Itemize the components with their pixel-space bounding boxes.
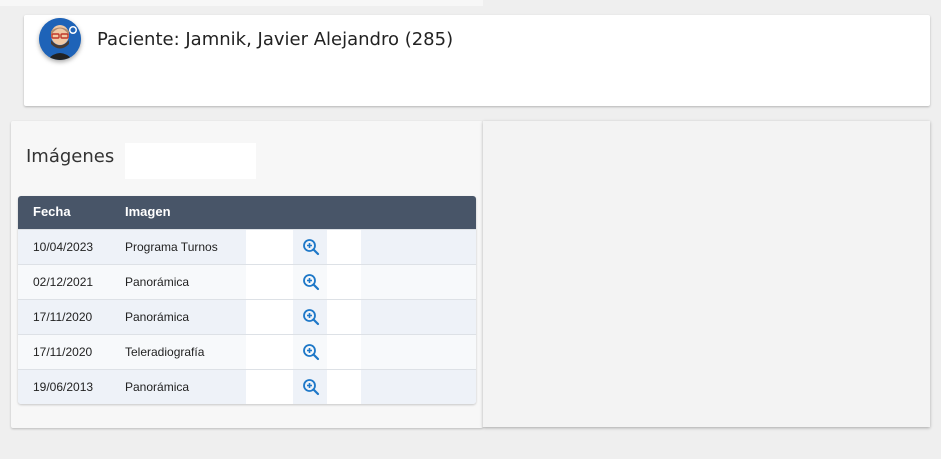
row-blank-cell — [246, 230, 293, 264]
row-blank-cell — [327, 370, 361, 404]
row-blank-cell — [246, 370, 293, 404]
row-image-name: Panorámica — [125, 310, 190, 324]
cartoon-avatar-icon — [39, 18, 81, 60]
row-date: 19/06/2013 — [33, 380, 94, 394]
zoom-in-icon[interactable] — [302, 308, 320, 326]
row-blank-cell — [246, 335, 293, 369]
zoom-in-icon[interactable] — [302, 238, 320, 256]
zoom-in-icon[interactable] — [302, 378, 320, 396]
table-row[interactable]: 17/11/2020 Panorámica — [18, 299, 476, 334]
row-image-name: Programa Turnos — [125, 240, 218, 254]
row-blank-cell — [327, 335, 361, 369]
row-blank-cell — [327, 300, 361, 334]
patient-card: Paciente: Jamnik, Javier Alejandro (285) — [24, 15, 930, 106]
images-table: Fecha Imagen 10/04/2023 Programa Turnos 02… — [18, 196, 476, 404]
image-preview-panel — [483, 121, 930, 427]
table-body: 10/04/2023 Programa Turnos 02/12/2021 Panor… — [18, 229, 476, 404]
images-section-title: Imágenes — [26, 146, 115, 167]
avatar — [39, 18, 81, 60]
row-image-name: Panorámica — [125, 275, 190, 289]
row-date: 02/12/2021 — [33, 275, 94, 289]
row-blank-cell — [246, 265, 293, 299]
zoom-in-icon[interactable] — [302, 273, 320, 291]
zoom-in-icon[interactable] — [302, 343, 320, 361]
patient-title: Paciente: Jamnik, Javier Alejandro (285) — [97, 29, 454, 50]
row-blank-cell — [327, 265, 361, 299]
row-date: 17/11/2020 — [33, 345, 93, 359]
row-image-name: Panorámica — [125, 380, 190, 394]
row-blank-cell — [246, 300, 293, 334]
column-header-imagen[interactable]: Imagen — [125, 204, 171, 219]
row-blank-cell — [327, 230, 361, 264]
image-filter-box[interactable] — [125, 143, 256, 179]
table-row[interactable]: 02/12/2021 Panorámica — [18, 264, 476, 299]
row-date: 10/04/2023 — [33, 240, 94, 254]
column-header-fecha[interactable]: Fecha — [33, 204, 71, 219]
table-row[interactable]: 10/04/2023 Programa Turnos — [18, 229, 476, 264]
table-row[interactable]: 19/06/2013 Panorámica — [18, 369, 476, 404]
top-strip — [0, 0, 483, 6]
table-header: Fecha Imagen — [18, 196, 476, 229]
images-panel: Imágenes Fecha Imagen 10/04/2023 Programa… — [11, 121, 483, 428]
table-row[interactable]: 17/11/2020 Teleradiografía — [18, 334, 476, 369]
row-date: 17/11/2020 — [33, 310, 93, 324]
row-image-name: Teleradiografía — [125, 345, 205, 359]
